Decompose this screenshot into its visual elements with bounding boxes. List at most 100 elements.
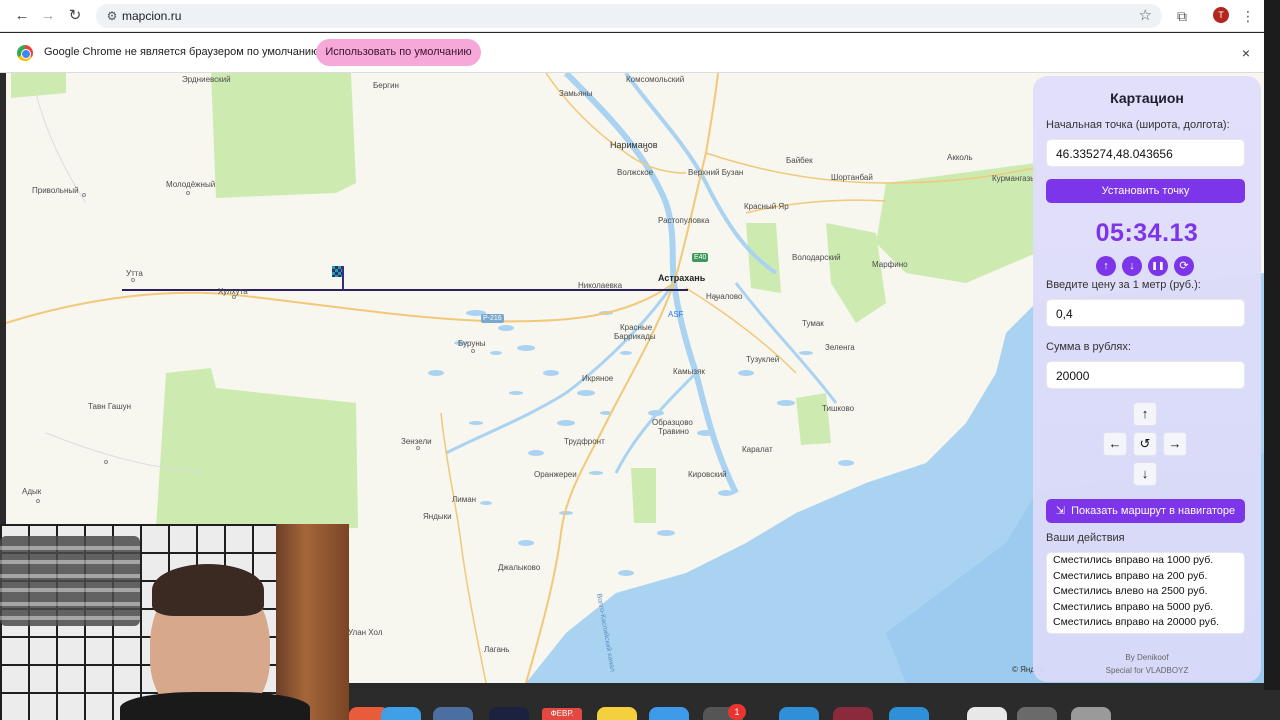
close-icon[interactable]: × xyxy=(1238,45,1254,61)
map-label: Буруны xyxy=(458,339,486,348)
settlement-dot xyxy=(471,349,475,353)
address-bar[interactable]: ⚙ mapcion.ru ☆ xyxy=(96,4,1162,28)
infobar-message: Google Chrome не является браузером по у… xyxy=(44,46,323,58)
map-label: Привольный xyxy=(32,186,79,195)
action-item: Сместились влево на 2500 руб. xyxy=(1053,585,1208,598)
map-label: Трудфронт xyxy=(564,437,605,446)
reset-position-button[interactable]: ↺ xyxy=(1133,432,1157,456)
timer-refresh-button[interactable]: ⟳ xyxy=(1174,256,1194,276)
action-item: Сместились вправо на 5000 руб. xyxy=(1053,600,1214,613)
wall-sign xyxy=(0,536,140,626)
back-arrow-icon[interactable]: ← xyxy=(12,6,32,26)
sum-label: Сумма в рублях: xyxy=(1046,341,1131,353)
map-label: Лагань xyxy=(484,645,510,654)
start-point-label: Начальная точка (широта, долгота): xyxy=(1046,119,1230,131)
kartacion-panel: Картацион Начальная точка (широта, долго… xyxy=(1033,76,1261,682)
timer-up-button[interactable]: ↑ xyxy=(1096,256,1116,276)
map-label: Замьяны xyxy=(559,89,593,98)
route-icon: ⇲ xyxy=(1055,505,1066,517)
dock-app-icon[interactable] xyxy=(489,707,529,720)
trash-icon[interactable] xyxy=(1071,707,1111,720)
map-label: Байбек xyxy=(786,156,813,165)
action-item: Сместились вправо на 20000 руб. xyxy=(1053,616,1220,629)
flag-pole xyxy=(342,268,344,290)
map-label: Акколь xyxy=(947,153,973,162)
reload-icon[interactable]: ↻ xyxy=(65,6,85,26)
panel-title: Картацион xyxy=(1110,90,1184,106)
move-right-button[interactable]: → xyxy=(1163,432,1187,456)
move-left-button[interactable]: ← xyxy=(1103,432,1127,456)
forward-arrow-icon[interactable]: → xyxy=(38,6,58,26)
map-label: Травино xyxy=(658,427,689,436)
actions-log[interactable]: Сместились вправо на 1000 руб. Сместилис… xyxy=(1046,552,1245,634)
map-label: Волжское xyxy=(617,168,654,177)
map-label: Красные xyxy=(620,323,653,332)
start-point-input[interactable]: 46.335274,48.043656 xyxy=(1046,139,1245,167)
map-label: Баррикады xyxy=(614,332,656,341)
dock-app-icon[interactable] xyxy=(649,707,689,720)
timer-display: 05:34.13 xyxy=(1095,219,1199,247)
extensions-icon[interactable]: ⧉ xyxy=(1172,6,1192,26)
map-label: Каралат xyxy=(742,445,773,454)
dock-app-icon[interactable] xyxy=(1017,707,1057,720)
actions-label: Ваши действия xyxy=(1046,532,1125,544)
menu-dots-icon[interactable]: ⋮ xyxy=(1238,6,1258,26)
map-label: Николаевка xyxy=(578,281,623,290)
calendar-dock-icon[interactable]: ФЕВР. xyxy=(542,708,582,720)
dock-app-icon[interactable] xyxy=(779,707,819,720)
map-label: Нариманов xyxy=(610,140,658,150)
map-label: Тишково xyxy=(822,404,855,413)
map-label: Тумак xyxy=(802,319,824,328)
show-route-navigator-button[interactable]: ⇲ Показать маршрут в навигаторе xyxy=(1046,499,1245,523)
person-shirt xyxy=(120,692,310,720)
map-label: Зензели xyxy=(401,437,432,446)
timer-pause-button[interactable]: ❚❚ xyxy=(1148,256,1168,276)
map-label: Красный Яр xyxy=(744,202,789,211)
webcam-overlay xyxy=(0,524,349,720)
move-up-button[interactable]: ↑ xyxy=(1133,402,1157,426)
dock-app-icon[interactable] xyxy=(967,707,1007,720)
default-browser-infobar: Google Chrome не является браузером по у… xyxy=(0,33,1264,73)
map-label: Адык xyxy=(22,487,42,496)
map-label-astrakhan: Астрахань xyxy=(658,273,706,283)
dock-app-icon[interactable] xyxy=(889,707,929,720)
site-settings-icon[interactable]: ⚙ xyxy=(104,8,120,24)
credit-special: Special for VLADBOYZ xyxy=(1105,666,1189,675)
set-default-button[interactable]: Использовать по умолчанию xyxy=(316,39,481,66)
macos-dock xyxy=(349,690,1280,720)
dock-app-icon[interactable] xyxy=(833,707,873,720)
timer-down-button[interactable]: ↓ xyxy=(1122,256,1142,276)
map-label: Молодёжный xyxy=(166,180,216,189)
map-label: Марфино xyxy=(872,260,908,269)
map-label: Комсомольский xyxy=(626,75,685,84)
set-point-button[interactable]: Установить точку xyxy=(1046,179,1245,203)
map-label: Яндыки xyxy=(423,512,452,521)
price-input[interactable]: 0,4 xyxy=(1046,299,1245,327)
map-label: Верхний Бузан xyxy=(688,168,744,177)
credit-author: By Denikoof xyxy=(1125,653,1169,662)
map-label: Бергин xyxy=(373,81,399,90)
map-label: Зеленга xyxy=(825,343,855,352)
map-label: Икряное xyxy=(582,374,614,383)
airport-label: ASF xyxy=(668,310,684,319)
dock-app-icon[interactable] xyxy=(381,707,421,720)
profile-avatar[interactable]: T xyxy=(1213,7,1229,23)
price-label: Введите цену за 1 метр (руб.): xyxy=(1046,279,1201,291)
map-label: Тузуклей xyxy=(746,355,780,364)
start-flag-marker[interactable] xyxy=(332,266,346,292)
dock-app-icon[interactable] xyxy=(597,707,637,720)
map-label: Лиман xyxy=(452,495,477,504)
settlement-dot xyxy=(104,460,108,464)
bookmark-star-icon[interactable]: ☆ xyxy=(1139,7,1152,25)
show-route-label: Показать маршрут в навигаторе xyxy=(1071,505,1236,517)
action-item: Сместились вправо на 200 руб. xyxy=(1053,569,1208,582)
sum-input[interactable]: 20000 xyxy=(1046,361,1245,389)
map-label: Оранжереи xyxy=(534,470,577,479)
dock-app-icon[interactable] xyxy=(433,707,473,720)
map-label: Курмангазы xyxy=(992,174,1036,183)
action-item: Сместились вправо на 1000 руб. xyxy=(1053,554,1214,566)
person-hair xyxy=(152,564,264,616)
settlement-dot xyxy=(82,193,86,197)
move-down-button[interactable]: ↓ xyxy=(1133,462,1157,486)
map-label: Шортанбай xyxy=(831,173,873,182)
